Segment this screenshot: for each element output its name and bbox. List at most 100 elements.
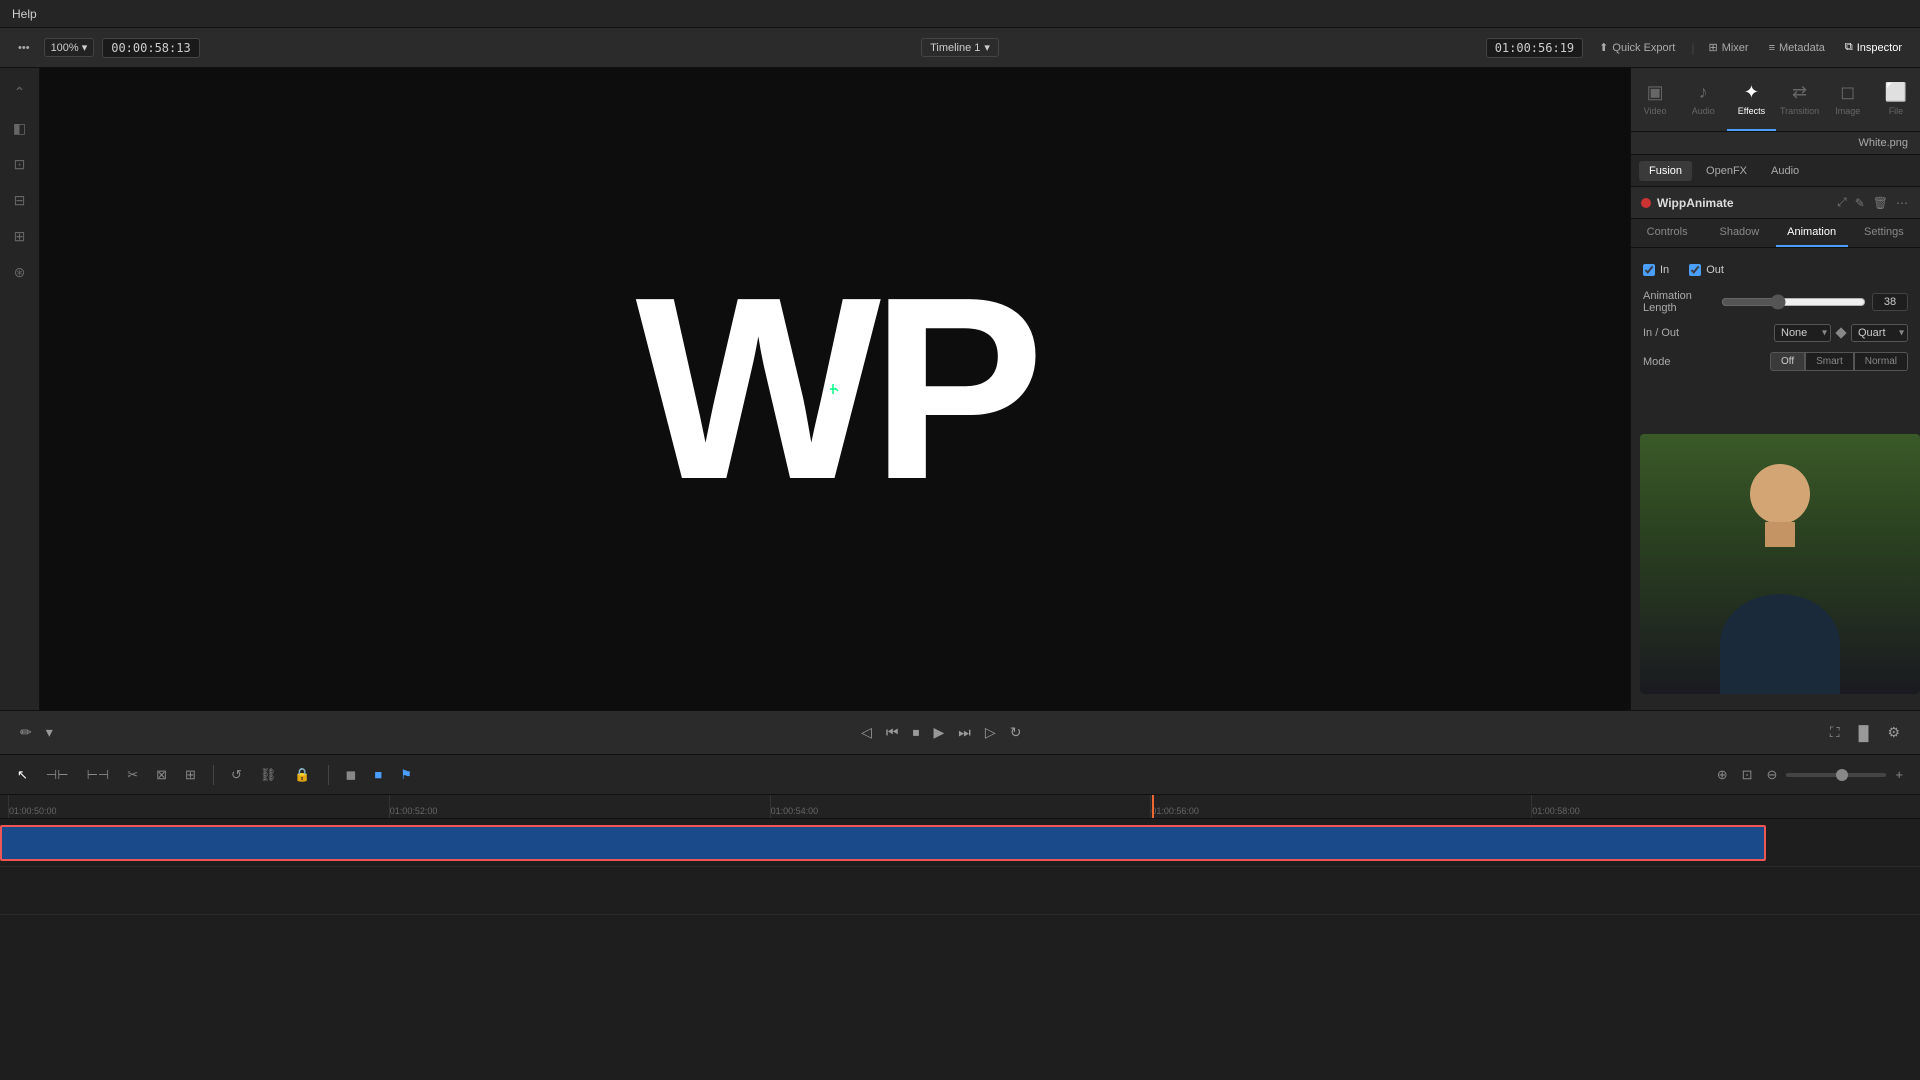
- panel-bottom-area: [1631, 383, 1920, 710]
- easing-diamond-icon: [1835, 327, 1846, 338]
- menu-help[interactable]: Help: [12, 7, 37, 21]
- select-tool-btn[interactable]: ↖: [12, 763, 33, 787]
- ruler-marks-container: 01:00:50:00 01:00:52:00 01:00:54:00 01:0…: [0, 795, 1920, 818]
- effect-tab-animation[interactable]: Animation: [1776, 219, 1848, 247]
- animation-in-easing-select[interactable]: None Linear Ease: [1774, 324, 1831, 342]
- panel-tab-transition[interactable]: ⇄ Transition: [1776, 68, 1824, 131]
- panel-tab-image[interactable]: ◻ Image: [1824, 68, 1872, 131]
- blade-btn[interactable]: ✂: [122, 763, 143, 787]
- panel-tab-file[interactable]: ⬜ File: [1872, 68, 1920, 131]
- stop-btn[interactable]: ⏹: [909, 720, 924, 745]
- play-btn[interactable]: ▶: [930, 720, 949, 745]
- track-clip-1[interactable]: [0, 825, 1766, 861]
- link-btn[interactable]: ⛓: [255, 763, 282, 787]
- color-btn[interactable]: ■: [369, 763, 387, 786]
- prev-frame-btn[interactable]: ◁: [857, 720, 876, 745]
- sub-tab-fusion[interactable]: Fusion: [1639, 161, 1692, 181]
- sidebar-tool-2[interactable]: ⊡: [4, 148, 36, 180]
- person-neck: [1765, 522, 1795, 547]
- tool-separator-1: [213, 765, 214, 785]
- file-name-text: White.png: [1858, 137, 1908, 149]
- animation-in-out-row: In Out: [1643, 260, 1908, 280]
- right-panel: ▣ Video ♪ Audio ✦ Effects ⇄ Transition ◻…: [1630, 68, 1920, 710]
- zoom-fit-btn[interactable]: ⊡: [1737, 763, 1758, 787]
- transport-chevron-down[interactable]: ▾: [42, 720, 57, 745]
- fullscreen-btn[interactable]: ⛶: [1826, 720, 1844, 745]
- effect-tab-shadow[interactable]: Shadow: [1703, 219, 1775, 247]
- sidebar-tool-5[interactable]: ⊛: [4, 256, 36, 288]
- animation-out-easing-select[interactable]: Quart None Linear: [1851, 324, 1908, 342]
- quick-export-icon: ⬆: [1599, 41, 1608, 54]
- zoom-display[interactable]: 100% ▾: [44, 38, 95, 57]
- panel-tab-video[interactable]: ▣ Video: [1631, 68, 1679, 131]
- flag-btn[interactable]: ⚑: [395, 763, 417, 787]
- timeline-selector[interactable]: Timeline 1 ▾: [921, 38, 999, 57]
- toolbar-menu-btn[interactable]: •••: [12, 38, 36, 58]
- snap-btn[interactable]: ↺: [226, 763, 247, 787]
- inspector-button[interactable]: ⧉ Inspector: [1839, 37, 1908, 58]
- sidebar-collapse-btn[interactable]: ⌃: [4, 76, 36, 108]
- toolbar-right: 01:00:56:19 ⬆ Quick Export | ⊞ Mixer ≡ M…: [1439, 37, 1908, 58]
- animation-length-slider[interactable]: [1721, 294, 1866, 310]
- effect-expand-btn[interactable]: ⤢: [1835, 193, 1849, 212]
- image-panel-icon: ◻: [1840, 82, 1855, 103]
- main-content: ⌃ ◧ ⊡ ⊟ ⊞ ⊛ WP: [0, 68, 1920, 710]
- effect-tab-controls[interactable]: Controls: [1631, 219, 1703, 247]
- mode-smart-button[interactable]: Smart: [1805, 352, 1854, 371]
- metadata-button[interactable]: ≡ Metadata: [1763, 38, 1831, 58]
- timecode-display[interactable]: 00:00:58:13: [102, 38, 199, 58]
- settings-btn[interactable]: ⚙: [1883, 720, 1904, 745]
- animation-inout-label: In / Out: [1643, 327, 1768, 339]
- effect-delete-btn[interactable]: 🗑: [1871, 194, 1890, 212]
- animation-in-checkbox[interactable]: [1643, 264, 1655, 276]
- marker-tool-btn[interactable]: ✏: [16, 720, 36, 745]
- zoom-value: 100%: [51, 42, 79, 54]
- menu-dots-icon: •••: [18, 42, 30, 54]
- loop-btn[interactable]: ↻: [1006, 720, 1026, 745]
- trim-tool-btn[interactable]: ⊣⊢: [41, 763, 74, 787]
- effect-tab-settings[interactable]: Settings: [1848, 219, 1920, 247]
- sidebar-tool-1[interactable]: ◧: [4, 112, 36, 144]
- effect-edit-btn[interactable]: ✎: [1853, 194, 1867, 212]
- animation-out-checkbox-label[interactable]: Out: [1689, 264, 1724, 276]
- animation-in-checkbox-label[interactable]: In: [1643, 264, 1669, 276]
- skip-fwd-btn[interactable]: ⏭: [954, 720, 975, 745]
- skip-back-icon: ⏮: [886, 724, 899, 740]
- transport-controls: ◁ ⏮ ⏹ ▶ ⏭ ▷ ↻: [857, 720, 1025, 745]
- sidebar-tool-4[interactable]: ⊞: [4, 220, 36, 252]
- slip-btn[interactable]: ⊠: [151, 763, 172, 787]
- playhead-line: [1152, 795, 1154, 818]
- animation-out-checkbox[interactable]: [1689, 264, 1701, 276]
- timeline-tracks: [0, 819, 1920, 1080]
- mode-normal-button[interactable]: Normal: [1854, 352, 1908, 371]
- mode-off-button[interactable]: Off: [1770, 352, 1805, 371]
- effect-more-btn[interactable]: ⋯: [1894, 194, 1910, 212]
- slide-btn[interactable]: ⊞: [180, 763, 201, 787]
- track-select-icon: ◼: [346, 767, 357, 782]
- audio-meter-btn[interactable]: ▐▌: [1850, 721, 1878, 745]
- panel-tab-effects[interactable]: ✦ Effects: [1727, 68, 1775, 131]
- track-select-btn[interactable]: ◼: [341, 763, 362, 787]
- tool-3-icon: ⊟: [14, 192, 26, 209]
- dynamic-trim-btn[interactable]: ⊢⊣: [82, 763, 115, 787]
- animation-mode-row: Mode Off Smart Normal: [1643, 352, 1908, 371]
- track-row-1: [0, 819, 1920, 867]
- ruler-mark-1: 01:00:52:00: [389, 795, 770, 818]
- sub-tab-audio[interactable]: Audio: [1761, 161, 1809, 181]
- mixer-button[interactable]: ⊞ Mixer: [1702, 37, 1754, 58]
- timeline-ruler: 01:00:50:00 01:00:52:00 01:00:54:00 01:0…: [0, 795, 1920, 819]
- sidebar-tool-3[interactable]: ⊟: [4, 184, 36, 216]
- left-sidebar: ⌃ ◧ ⊡ ⊟ ⊞ ⊛: [0, 68, 40, 710]
- sub-tab-openfx[interactable]: OpenFX: [1696, 161, 1757, 181]
- panel-tab-audio[interactable]: ♪ Audio: [1679, 68, 1727, 131]
- quick-export-button[interactable]: ⬆ Quick Export: [1591, 37, 1683, 58]
- zoom-out-btn[interactable]: ⊖: [1762, 763, 1783, 787]
- lock-btn[interactable]: 🔒: [289, 763, 315, 787]
- timeline-name: Timeline 1: [930, 42, 980, 54]
- zoom-plus-btn[interactable]: +: [1890, 763, 1908, 786]
- zoom-in-btn[interactable]: ⊕: [1712, 763, 1733, 787]
- effect-tabs: Controls Shadow Animation Settings: [1631, 219, 1920, 248]
- skip-back-btn[interactable]: ⏮: [882, 720, 903, 745]
- next-frame-btn[interactable]: ▷: [981, 720, 1000, 745]
- animation-length-value[interactable]: 38: [1872, 293, 1908, 311]
